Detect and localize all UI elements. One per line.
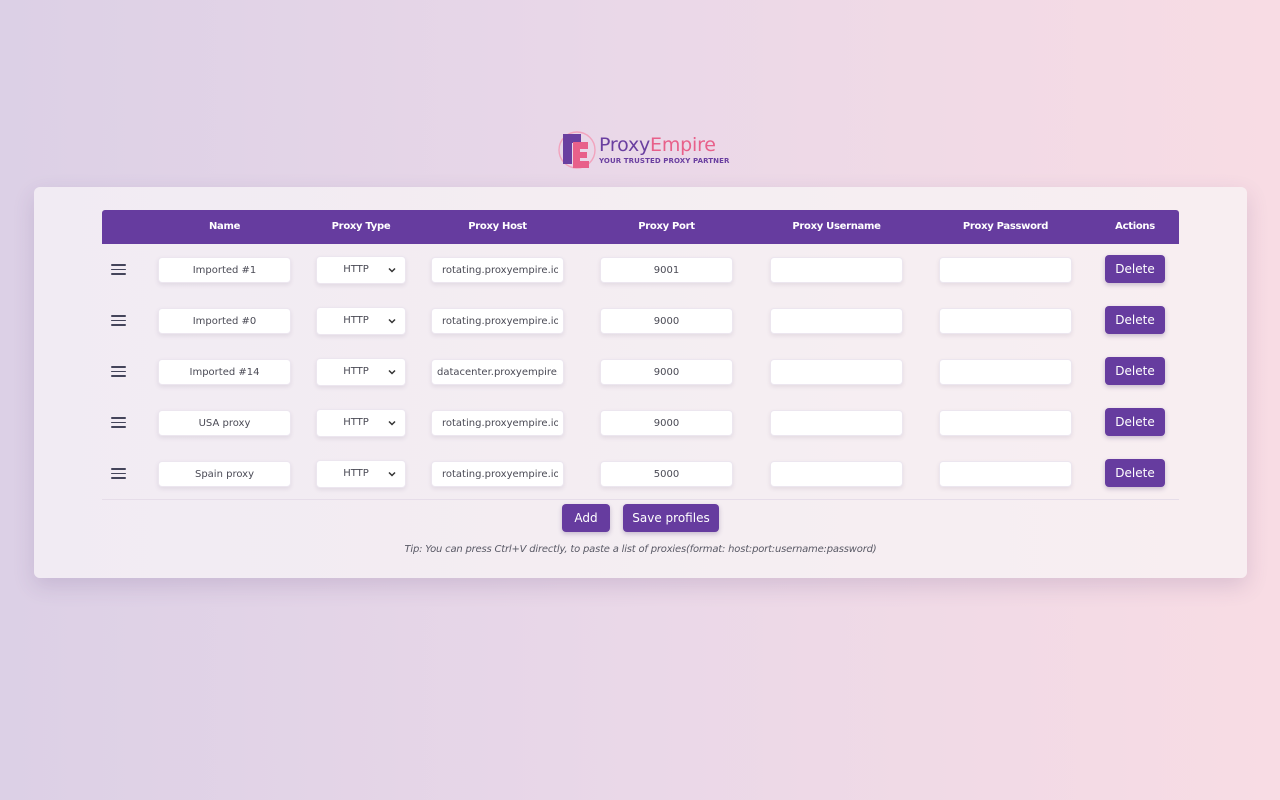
paste-tip: Tip: You can press Ctrl+V directly, to p… (404, 544, 877, 555)
proxy-host-input[interactable] (431, 308, 564, 334)
proxy-host-input[interactable] (431, 359, 564, 385)
table-row: HTTP Delete (102, 244, 1179, 294)
proxy-type-value: HTTP (343, 417, 369, 428)
proxy-type-select[interactable]: HTTP (316, 358, 406, 386)
add-button[interactable]: Add (562, 504, 610, 532)
proxy-type-select[interactable]: HTTP (316, 409, 406, 437)
chevron-down-icon (388, 267, 396, 273)
proxy-type-value: HTTP (343, 264, 369, 275)
proxy-type-select[interactable]: HTTP (316, 460, 406, 488)
proxy-port-input[interactable] (600, 461, 733, 487)
proxy-host-input[interactable] (431, 410, 564, 436)
table-row: HTTP Delete (102, 346, 1179, 396)
header-proxy-password: Proxy Password (962, 221, 1049, 232)
proxy-type-value: HTTP (343, 315, 369, 326)
profile-name-input[interactable] (158, 461, 291, 487)
profile-name-input[interactable] (158, 359, 291, 385)
profile-name-input[interactable] (158, 308, 291, 334)
profile-name-input[interactable] (158, 257, 291, 283)
proxyempire-logo-icon (558, 131, 596, 169)
proxy-host-input[interactable] (431, 257, 564, 283)
proxy-type-value: HTTP (343, 366, 369, 377)
header-proxy-host: Proxy Host (468, 221, 527, 232)
delete-button[interactable]: Delete (1105, 408, 1165, 436)
chevron-down-icon (388, 420, 396, 426)
drag-handle-icon[interactable] (111, 417, 126, 428)
proxy-port-input[interactable] (600, 359, 733, 385)
header-proxy-port: Proxy Port (638, 221, 695, 232)
drag-handle-icon[interactable] (111, 264, 126, 275)
save-profiles-button[interactable]: Save profiles (623, 504, 719, 532)
table-header: Name Proxy Type Proxy Host Proxy Port Pr… (102, 210, 1179, 244)
proxy-type-select[interactable]: HTTP (316, 256, 406, 284)
proxy-password-input[interactable] (939, 410, 1072, 436)
proxy-username-input[interactable] (770, 461, 903, 487)
delete-button[interactable]: Delete (1105, 357, 1165, 385)
chevron-down-icon (388, 318, 396, 324)
proxy-password-input[interactable] (939, 257, 1072, 283)
drag-handle-icon[interactable] (111, 468, 126, 479)
delete-button[interactable]: Delete (1105, 255, 1165, 283)
proxy-username-input[interactable] (770, 410, 903, 436)
delete-button[interactable]: Delete (1105, 306, 1165, 334)
delete-button[interactable]: Delete (1105, 459, 1165, 487)
brand-name: ProxyEmpire (599, 134, 716, 156)
proxy-host-input[interactable] (431, 461, 564, 487)
proxy-port-input[interactable] (600, 257, 733, 283)
header-actions: Actions (1115, 221, 1155, 232)
table-row: HTTP Delete (102, 397, 1179, 447)
proxy-port-input[interactable] (600, 308, 733, 334)
drag-handle-icon[interactable] (111, 315, 126, 326)
header-proxy-type: Proxy Type (331, 221, 391, 232)
header-proxy-username: Proxy Username (792, 221, 881, 232)
proxy-password-input[interactable] (939, 308, 1072, 334)
brand-tagline: YOUR TRUSTED PROXY PARTNER (599, 157, 730, 165)
chevron-down-icon (388, 471, 396, 477)
proxy-username-input[interactable] (770, 257, 903, 283)
table-divider (102, 499, 1179, 500)
drag-handle-icon[interactable] (111, 366, 126, 377)
brand-logo: ProxyEmpire YOUR TRUSTED PROXY PARTNER (557, 130, 730, 170)
table-row: HTTP Delete (102, 295, 1179, 345)
proxy-password-input[interactable] (939, 461, 1072, 487)
proxy-port-input[interactable] (600, 410, 733, 436)
profile-name-input[interactable] (158, 410, 291, 436)
header-name: Name (208, 221, 241, 232)
table-row: HTTP Delete (102, 448, 1179, 498)
chevron-down-icon (388, 369, 396, 375)
proxy-type-value: HTTP (343, 468, 369, 479)
proxy-profiles-card: Name Proxy Type Proxy Host Proxy Port Pr… (34, 187, 1247, 578)
proxy-username-input[interactable] (770, 359, 903, 385)
proxy-username-input[interactable] (770, 308, 903, 334)
proxy-type-select[interactable]: HTTP (316, 307, 406, 335)
proxy-password-input[interactable] (939, 359, 1072, 385)
